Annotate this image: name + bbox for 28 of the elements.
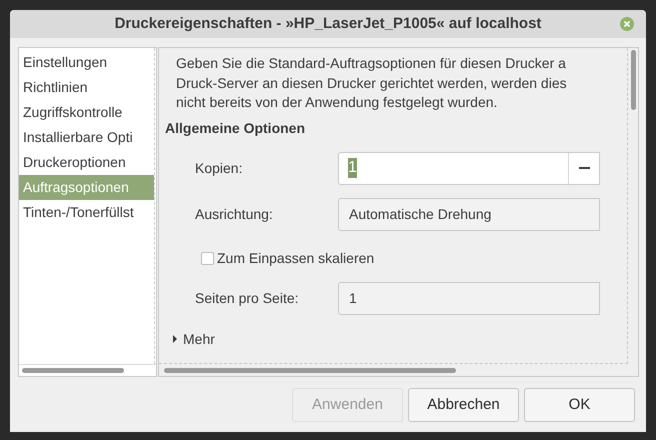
description-text: Geben Sie die Standard-Auftragsoptionen für diesen Drucker a [176, 54, 567, 73]
dialog-button[interactable]: OK [524, 388, 635, 422]
description-text: Druck-Server an diesen Drucker gerichtet werden, werden dies [176, 74, 568, 93]
expander[interactable]: Mehr [165, 328, 215, 350]
field-label: Seiten pro Seite: [194, 288, 300, 308]
section-heading: Allgemeine Optionen [165, 118, 306, 138]
window-title: Druckereigenschaften - »HP_LaserJet_P1005« auf localhost [114, 14, 542, 34]
field-label: Kopien: [194, 158, 244, 178]
scrollbar-thumb[interactable] [22, 368, 124, 373]
sidebar-item[interactable]: Druckeroptionen [19, 150, 154, 175]
dialog-button[interactable]: Abbrechen [408, 388, 519, 422]
sidebar-item[interactable]: Tinten-/Tonerfüllst [19, 200, 154, 225]
sidebar-item[interactable]: Zugriffskontrolle [19, 100, 154, 125]
sidebar-item[interactable]: Installierbare Opti [19, 125, 154, 150]
checkbox-label[interactable]: Zum Einpassen skalieren [217, 248, 374, 269]
dropdown[interactable]: 1 [338, 282, 600, 314]
sidebar-item[interactable]: Richtlinien [19, 75, 154, 100]
triangle-icon [172, 335, 178, 343]
description-text: nicht bereits von der Anwendung festgelegt wurden. [176, 93, 498, 112]
field-value: 1 [348, 158, 357, 178]
checkbox[interactable] [201, 252, 214, 265]
dropdown[interactable]: Automatische Drehung [338, 198, 600, 230]
scrollbar-thumb[interactable] [630, 50, 636, 110]
close-icon[interactable] [620, 17, 634, 31]
minus-icon [578, 167, 590, 169]
sidebar-item[interactable]: Einstellungen [19, 50, 154, 75]
field-label: Ausrichtung: [194, 204, 274, 224]
scrollbar-thumb[interactable] [164, 368, 456, 372]
